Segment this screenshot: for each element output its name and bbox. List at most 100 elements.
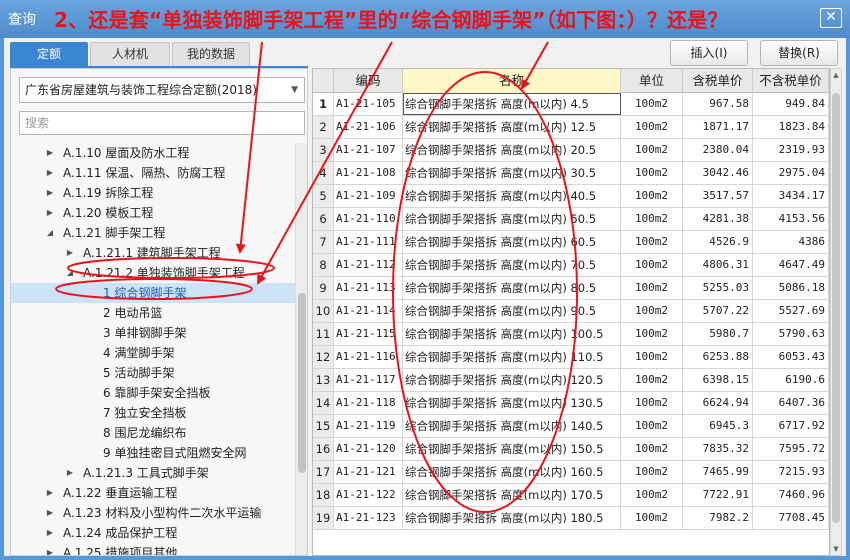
- cell-tax-excluded-price[interactable]: 4386: [753, 231, 829, 253]
- close-icon[interactable]: ✕: [820, 8, 842, 28]
- cell-tax-excluded-price[interactable]: 2975.04: [753, 162, 829, 184]
- cell-row-number[interactable]: 19: [313, 507, 334, 529]
- collapsed-triangle-icon[interactable]: ▶: [65, 463, 75, 483]
- cell-unit[interactable]: 100m2: [621, 93, 683, 115]
- cell-code[interactable]: A1-21-108: [334, 162, 403, 184]
- cell-unit[interactable]: 100m2: [621, 185, 683, 207]
- cell-tax-included-price[interactable]: 5707.22: [683, 300, 753, 322]
- cell-row-number[interactable]: 15: [313, 415, 334, 437]
- cell-unit[interactable]: 100m2: [621, 208, 683, 230]
- header-tax-included-price[interactable]: 含税单价: [683, 69, 753, 93]
- cell-name[interactable]: 综合钢脚手架搭拆 高度(m以内) 100.5: [403, 323, 621, 345]
- tree-item[interactable]: 5 活动脚手架: [11, 363, 295, 383]
- table-row[interactable]: 1 A1-21-105 综合钢脚手架搭拆 高度(m以内) 4.5 100m2 967.5…: [313, 93, 829, 116]
- expanded-triangle-icon[interactable]: ◢: [45, 223, 55, 243]
- tab-labor-material-machine[interactable]: 人材机: [90, 42, 170, 66]
- cell-code[interactable]: A1-21-123: [334, 507, 403, 529]
- tree-item[interactable]: 4 满堂脚手架: [11, 343, 295, 363]
- cell-row-number[interactable]: 11: [313, 323, 334, 345]
- cell-name[interactable]: 综合钢脚手架搭拆 高度(m以内) 180.5: [403, 507, 621, 529]
- cell-tax-excluded-price[interactable]: 6053.43: [753, 346, 829, 368]
- tree-item[interactable]: 3 单排钢脚手架: [11, 323, 295, 343]
- tree-item[interactable]: 6 靠脚手架安全挡板: [11, 383, 295, 403]
- tree-item[interactable]: ▶ A.1.21.1 建筑脚手架工程: [11, 243, 295, 263]
- tree-item[interactable]: ▶ A.1.22 垂直运输工程: [11, 483, 295, 503]
- cell-name[interactable]: 综合钢脚手架搭拆 高度(m以内) 70.5: [403, 254, 621, 276]
- tree-item[interactable]: ▶ A.1.24 成品保护工程: [11, 523, 295, 543]
- cell-tax-excluded-price[interactable]: 7708.45: [753, 507, 829, 529]
- cell-code[interactable]: A1-21-119: [334, 415, 403, 437]
- cell-unit[interactable]: 100m2: [621, 277, 683, 299]
- cell-name[interactable]: 综合钢脚手架搭拆 高度(m以内) 150.5: [403, 438, 621, 460]
- cell-name[interactable]: 综合钢脚手架搭拆 高度(m以内) 60.5: [403, 231, 621, 253]
- cell-code[interactable]: A1-21-116: [334, 346, 403, 368]
- cell-tax-included-price[interactable]: 4806.31: [683, 254, 753, 276]
- cell-name[interactable]: 综合钢脚手架搭拆 高度(m以内) 130.5: [403, 392, 621, 414]
- cell-unit[interactable]: 100m2: [621, 162, 683, 184]
- cell-unit[interactable]: 100m2: [621, 139, 683, 161]
- grid-scrollbar[interactable]: ▲ ▼: [830, 68, 842, 556]
- table-row[interactable]: 3 A1-21-107 综合钢脚手架搭拆 高度(m以内) 20.5 100m2 2380…: [313, 139, 829, 162]
- cell-code[interactable]: A1-21-118: [334, 392, 403, 414]
- tab-my-data[interactable]: 我的数据: [172, 42, 250, 66]
- grid-scrollbar-thumb[interactable]: [832, 93, 840, 523]
- cell-tax-excluded-price[interactable]: 6717.92: [753, 415, 829, 437]
- scroll-up-icon[interactable]: ▲: [831, 71, 841, 79]
- cell-code[interactable]: A1-21-109: [334, 185, 403, 207]
- cell-unit[interactable]: 100m2: [621, 116, 683, 138]
- cell-row-number[interactable]: 3: [313, 139, 334, 161]
- cell-name[interactable]: 综合钢脚手架搭拆 高度(m以内) 80.5: [403, 277, 621, 299]
- cell-tax-excluded-price[interactable]: 6190.6: [753, 369, 829, 391]
- cell-code[interactable]: A1-21-107: [334, 139, 403, 161]
- cell-row-number[interactable]: 14: [313, 392, 334, 414]
- header-unit[interactable]: 单位: [621, 69, 683, 93]
- cell-row-number[interactable]: 1: [313, 93, 334, 115]
- cell-name[interactable]: 综合钢脚手架搭拆 高度(m以内) 12.5: [403, 116, 621, 138]
- tree-scrollbar-thumb[interactable]: [298, 293, 306, 473]
- collapsed-triangle-icon[interactable]: ▶: [45, 183, 55, 203]
- cell-tax-included-price[interactable]: 5255.03: [683, 277, 753, 299]
- cell-name[interactable]: 综合钢脚手架搭拆 高度(m以内) 50.5: [403, 208, 621, 230]
- scroll-down-icon[interactable]: ▼: [831, 545, 841, 553]
- cell-tax-excluded-price[interactable]: 4153.56: [753, 208, 829, 230]
- cell-name[interactable]: 综合钢脚手架搭拆 高度(m以内) 110.5: [403, 346, 621, 368]
- tree-item[interactable]: ▶ A.1.11 保温、隔热、防腐工程: [11, 163, 295, 183]
- cell-tax-included-price[interactable]: 6398.15: [683, 369, 753, 391]
- table-row[interactable]: 10 A1-21-114 综合钢脚手架搭拆 高度(m以内) 90.5 100m2 570…: [313, 300, 829, 323]
- cell-row-number[interactable]: 12: [313, 346, 334, 368]
- header-tax-excluded-price[interactable]: 不含税单价: [753, 69, 829, 93]
- replace-button[interactable]: 替换(R): [760, 40, 838, 66]
- table-row[interactable]: 15 A1-21-119 综合钢脚手架搭拆 高度(m以内) 140.5 100m2 69…: [313, 415, 829, 438]
- cell-tax-included-price[interactable]: 6945.3: [683, 415, 753, 437]
- cell-unit[interactable]: 100m2: [621, 254, 683, 276]
- cell-tax-excluded-price[interactable]: 4647.49: [753, 254, 829, 276]
- tree-item[interactable]: ◢ A.1.21.2 单独装饰脚手架工程: [11, 263, 295, 283]
- cell-tax-included-price[interactable]: 1871.17: [683, 116, 753, 138]
- cell-name[interactable]: 综合钢脚手架搭拆 高度(m以内) 170.5: [403, 484, 621, 506]
- cell-code[interactable]: A1-21-122: [334, 484, 403, 506]
- cell-tax-excluded-price[interactable]: 949.84: [753, 93, 829, 115]
- cell-name[interactable]: 综合钢脚手架搭拆 高度(m以内) 120.5: [403, 369, 621, 391]
- cell-tax-excluded-price[interactable]: 7215.93: [753, 461, 829, 483]
- cell-code[interactable]: A1-21-117: [334, 369, 403, 391]
- header-row-number[interactable]: [313, 69, 334, 93]
- collapsed-triangle-icon[interactable]: ▶: [45, 203, 55, 223]
- cell-unit[interactable]: 100m2: [621, 369, 683, 391]
- table-row[interactable]: 2 A1-21-106 综合钢脚手架搭拆 高度(m以内) 12.5 100m2 1871…: [313, 116, 829, 139]
- cell-code[interactable]: A1-21-113: [334, 277, 403, 299]
- cell-code[interactable]: A1-21-105: [334, 93, 403, 115]
- cell-tax-excluded-price[interactable]: 2319.93: [753, 139, 829, 161]
- cell-row-number[interactable]: 10: [313, 300, 334, 322]
- cell-code[interactable]: A1-21-114: [334, 300, 403, 322]
- cell-unit[interactable]: 100m2: [621, 507, 683, 529]
- cell-tax-included-price[interactable]: 7465.99: [683, 461, 753, 483]
- tab-quota[interactable]: 定额: [10, 42, 88, 66]
- collapsed-triangle-icon[interactable]: ▶: [45, 483, 55, 503]
- tree-item[interactable]: 7 独立安全挡板: [11, 403, 295, 423]
- cell-tax-included-price[interactable]: 7722.91: [683, 484, 753, 506]
- cell-code[interactable]: A1-21-121: [334, 461, 403, 483]
- cell-tax-excluded-price[interactable]: 7460.96: [753, 484, 829, 506]
- cell-row-number[interactable]: 5: [313, 185, 334, 207]
- chevron-down-icon[interactable]: ▼: [291, 78, 298, 102]
- cell-code[interactable]: A1-21-112: [334, 254, 403, 276]
